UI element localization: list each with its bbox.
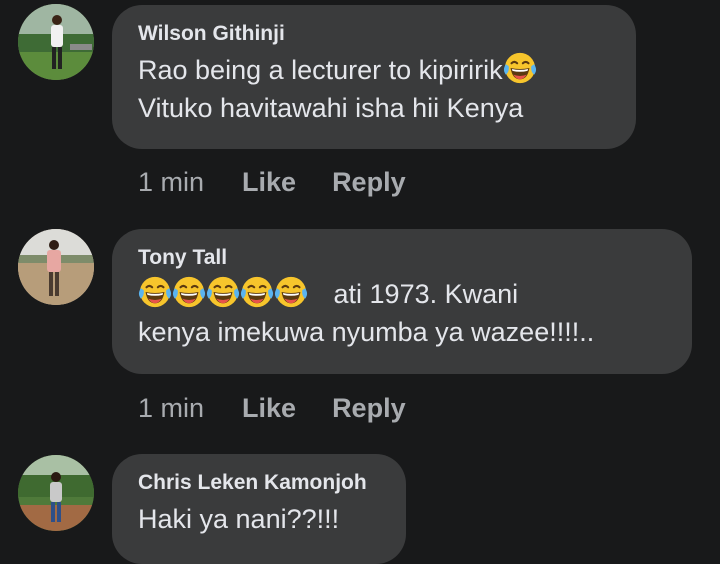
comment-text-line: kenya imekuwa nyumba ya wazee!!!!.. (138, 317, 595, 347)
comment-author[interactable]: Tony Tall (138, 245, 666, 271)
comment-bubble: Tony Tall ati 1973. Kwani kenya imekuwa … (112, 229, 692, 374)
face-with-tears-of-joy-icon (503, 51, 537, 85)
like-button[interactable]: Like (242, 393, 296, 424)
face-with-tears-of-joy-icon (172, 275, 206, 309)
comment-author[interactable]: Chris Leken Kamonjoh (138, 470, 380, 496)
avatar[interactable] (18, 455, 94, 531)
comment-text-line: Vituko havitawahi isha hii Kenya (138, 93, 524, 123)
comment-text: ati 1973. Kwani (138, 275, 666, 313)
like-button[interactable]: Like (242, 167, 296, 198)
avatar[interactable] (18, 4, 94, 80)
face-with-tears-of-joy-icon (274, 275, 308, 309)
comment-text: Rao being a lecturer to kipiririk (138, 51, 610, 89)
comment-timestamp[interactable]: 1 min (138, 393, 204, 424)
face-with-tears-of-joy-icon (206, 275, 240, 309)
comment-text-line: ati 1973. Kwani (333, 279, 519, 309)
reply-button[interactable]: Reply (332, 167, 406, 198)
face-with-tears-of-joy-icon (138, 275, 172, 309)
comment-text: Haki ya nani??!!! (138, 504, 340, 534)
comment-actions: 1 min Like Reply (138, 164, 442, 200)
comment-bubble: Chris Leken Kamonjoh Haki ya nani??!!! (112, 454, 406, 564)
face-with-tears-of-joy-icon (240, 275, 274, 309)
comment-text-line: Rao being a lecturer to kipiririk (138, 55, 503, 85)
comment-bubble: Wilson Githinji Rao being a lecturer to … (112, 5, 636, 149)
reply-button[interactable]: Reply (332, 393, 406, 424)
comment-actions: 1 min Like Reply (138, 390, 442, 426)
comment-timestamp[interactable]: 1 min (138, 167, 204, 198)
avatar[interactable] (18, 229, 94, 305)
comment-author[interactable]: Wilson Githinji (138, 21, 610, 47)
